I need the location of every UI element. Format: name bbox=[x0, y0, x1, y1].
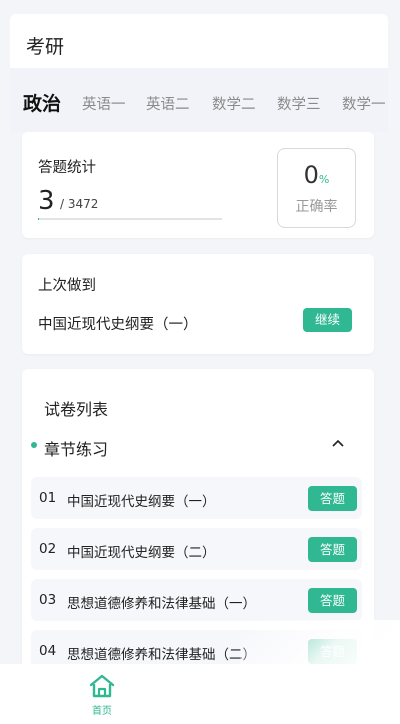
item-name: 中国近现代史纲要（二） bbox=[67, 545, 216, 561]
last-done-card: 上次做到 中国近现代史纲要（一） 继续 bbox=[22, 254, 374, 354]
stats-label: 答题统计 bbox=[38, 160, 96, 176]
correct-rate-number: 0 bbox=[303, 161, 319, 189]
list-item[interactable]: 02 中国近现代史纲要（二） 答题 bbox=[31, 528, 362, 570]
answer-stats-card: 答题统计 3 / 3472 0% 正确率 bbox=[22, 132, 374, 238]
nav-home-label[interactable]: 首页 bbox=[0, 702, 204, 717]
last-done-chapter: 中国近现代史纲要（一） bbox=[38, 317, 198, 333]
correct-rate-box: 0% 正确率 bbox=[277, 148, 356, 228]
section-label: 章节练习 bbox=[44, 440, 109, 459]
answer-progress-bar bbox=[38, 218, 222, 220]
item-number: 04 bbox=[39, 643, 57, 659]
section-dot bbox=[31, 442, 37, 448]
item-name: 思想道德修养和法律基础（一） bbox=[67, 596, 256, 612]
correct-rate-unit: % bbox=[318, 173, 330, 186]
item-number: 03 bbox=[39, 592, 57, 608]
answer-button[interactable]: 答题 bbox=[308, 588, 357, 613]
subject-tabs: 政治 英语一 英语二 数学二 数学三 数学一 bbox=[10, 68, 388, 132]
tab-politics[interactable]: 政治 bbox=[23, 89, 61, 116]
app-header: 考研 bbox=[10, 14, 388, 68]
tab-math-3[interactable]: 数学三 bbox=[277, 93, 321, 114]
item-name: 中国近现代史纲要（一） bbox=[67, 494, 216, 510]
tab-math-2[interactable]: 数学二 bbox=[212, 93, 256, 114]
tab-math-1[interactable]: 数学一 bbox=[342, 93, 386, 114]
item-number: 01 bbox=[39, 490, 57, 506]
continue-button[interactable]: 继续 bbox=[303, 308, 352, 332]
correct-rate-value: 0% bbox=[278, 161, 355, 189]
chevron-up-icon[interactable] bbox=[331, 437, 345, 451]
correct-rate-label: 正确率 bbox=[295, 199, 338, 215]
list-item[interactable]: 01 中国近现代史纲要（一） 答题 bbox=[31, 477, 362, 519]
answer-button[interactable]: 答题 bbox=[308, 537, 357, 562]
answered-count: 3 bbox=[38, 186, 55, 216]
last-done-label: 上次做到 bbox=[38, 278, 96, 294]
page-title: 考研 bbox=[26, 36, 65, 58]
answer-button[interactable]: 答题 bbox=[308, 639, 357, 664]
item-number: 02 bbox=[39, 541, 57, 557]
paper-list-card: 试卷列表 章节练习 01 中国近现代史纲要（一） 答题 02 中国近现代史纲要（… bbox=[22, 369, 374, 672]
list-item[interactable]: 03 思想道德修养和法律基础（一） 答题 bbox=[31, 579, 362, 621]
paper-list-title: 试卷列表 bbox=[44, 400, 109, 419]
tab-english-2[interactable]: 英语二 bbox=[146, 93, 190, 114]
answer-button[interactable]: 答题 bbox=[308, 486, 357, 511]
item-name: 思想道德修养和法律基础（二） bbox=[67, 647, 256, 663]
home-icon[interactable] bbox=[88, 673, 116, 699]
total-count: / 3472 bbox=[60, 197, 99, 211]
bottom-nav: 首页 bbox=[0, 664, 400, 724]
tab-english-1[interactable]: 英语一 bbox=[82, 93, 126, 114]
